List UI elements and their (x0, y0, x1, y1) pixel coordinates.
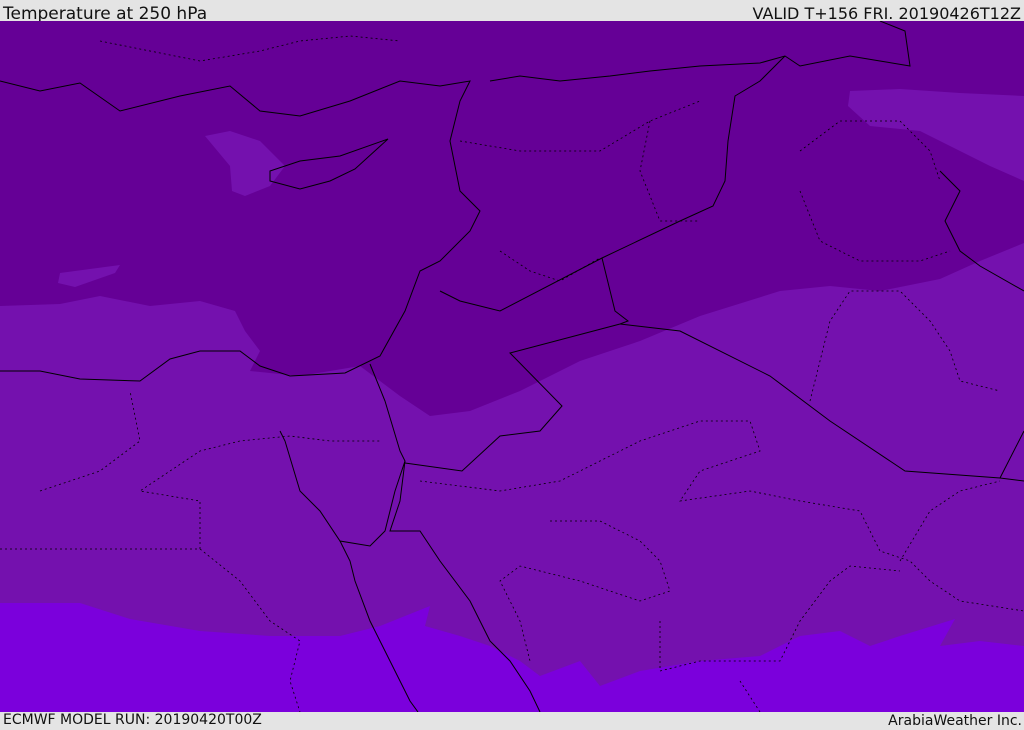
credit: ArabiaWeather Inc. (888, 713, 1022, 729)
footer-bar: ECMWF MODEL RUN: 20190420T00Z ArabiaWeat… (0, 712, 1024, 729)
model-run: ECMWF MODEL RUN: 20190420T00Z (3, 712, 262, 728)
header-bar: Temperature at 250 hPa VALID T+156 FRI. … (0, 0, 1024, 24)
temperature-map (0, 21, 1024, 712)
